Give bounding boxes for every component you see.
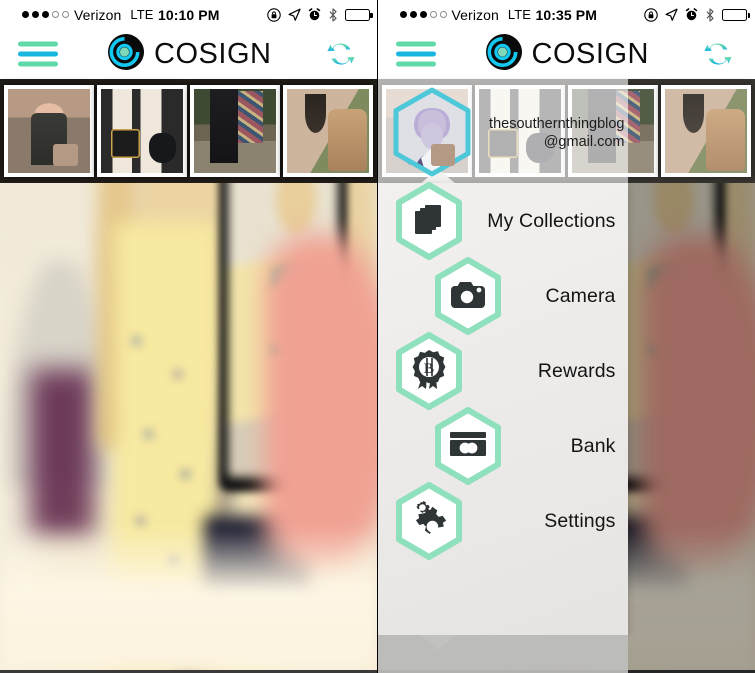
- hamburger-menu-icon[interactable]: [18, 41, 58, 67]
- dual-phone-screenshot: Verizon LTE 10:10 PM COSIGN Verizon LTE …: [0, 0, 755, 673]
- status-bar-carrier-group: Verizon LTE: [399, 6, 532, 23]
- alarm-clock-icon: [685, 8, 698, 21]
- brand-logo-group: COSIGN: [484, 32, 649, 77]
- right-phone-screen: Verizon LTE 10:35 PM COSIGN thesouthernt…: [377, 0, 755, 673]
- credit-card-icon: [431, 406, 505, 486]
- menu-item-camera[interactable]: Camera: [378, 257, 628, 335]
- status-bar-clock: 10:35 PM: [535, 6, 597, 23]
- menu-item-label: Camera: [545, 285, 616, 307]
- status-bar-carrier-group: Verizon LTE: [22, 7, 154, 23]
- battery-icon: [722, 8, 750, 21]
- menu-item-my-collections[interactable]: My Collections: [378, 182, 628, 260]
- thumbnail-item[interactable]: [97, 85, 187, 177]
- status-bar-icons: [644, 7, 750, 22]
- hero-ground-blur: [0, 526, 378, 673]
- sync-refresh-icon[interactable]: [701, 37, 735, 71]
- signal-strength-dots: [22, 11, 69, 18]
- battery-icon: [344, 8, 373, 21]
- menu-item-settings[interactable]: Settings: [378, 482, 628, 560]
- hero-hand-blur: [264, 232, 378, 575]
- carrier-name: Verizon: [451, 6, 499, 23]
- left-phone-screen: Verizon LTE 10:10 PM COSIGN: [0, 0, 378, 673]
- carrier-name: Verizon: [74, 6, 122, 23]
- brand-name: COSIGN: [154, 37, 272, 70]
- hero-purple-blur: [30, 369, 95, 536]
- award-badge-bitcoin-icon: B: [392, 331, 466, 411]
- thumbnail-strip[interactable]: [0, 79, 378, 183]
- location-arrow-icon: [665, 8, 678, 21]
- camera-icon: [431, 256, 505, 336]
- thumbnail-item[interactable]: [283, 85, 373, 177]
- network-type: LTE: [507, 7, 532, 22]
- alarm-clock-icon: [308, 8, 321, 21]
- menu-item-label: My Collections: [487, 210, 616, 232]
- stacked-cards-icon: [392, 181, 466, 261]
- rotation-lock-icon: [644, 7, 658, 22]
- bluetooth-icon: [328, 7, 338, 22]
- menu-item-label: Bank: [570, 435, 616, 457]
- brand-logo-group: COSIGN: [106, 32, 271, 77]
- menu-item-label: Rewards: [537, 360, 616, 382]
- hero-photo[interactable]: [0, 183, 378, 673]
- status-bar: Verizon LTE 10:10 PM: [0, 0, 378, 29]
- screen-divider: [377, 0, 378, 673]
- brand-name: COSIGN: [531, 37, 649, 70]
- cosign-eye-logo-icon: [484, 32, 524, 77]
- navigation-bar: COSIGN: [377, 29, 755, 79]
- hero-hand-blur: [641, 232, 755, 575]
- signal-strength-dots: [399, 11, 447, 18]
- thumbnail-item[interactable]: [4, 85, 94, 177]
- gears-icon: [392, 481, 466, 561]
- status-bar: Verizon LTE 10:35 PM: [377, 0, 755, 29]
- navigation-bar: COSIGN: [0, 29, 378, 79]
- hamburger-menu-icon[interactable]: [395, 41, 436, 67]
- status-bar-icons: [266, 7, 373, 22]
- bluetooth-icon: [705, 7, 715, 22]
- cosign-eye-logo-icon: [106, 32, 146, 77]
- thumbnail-item[interactable]: [190, 85, 280, 177]
- location-arrow-icon: [288, 8, 301, 21]
- menu-item-rewards[interactable]: B Rewards: [378, 332, 628, 410]
- menu-item-label: Settings: [544, 510, 616, 532]
- network-type: LTE: [130, 7, 154, 22]
- rotation-lock-icon: [266, 7, 281, 22]
- menu-item-bank[interactable]: Bank: [378, 407, 628, 485]
- sync-refresh-icon[interactable]: [324, 37, 358, 71]
- status-bar-clock: 10:10 PM: [158, 6, 220, 23]
